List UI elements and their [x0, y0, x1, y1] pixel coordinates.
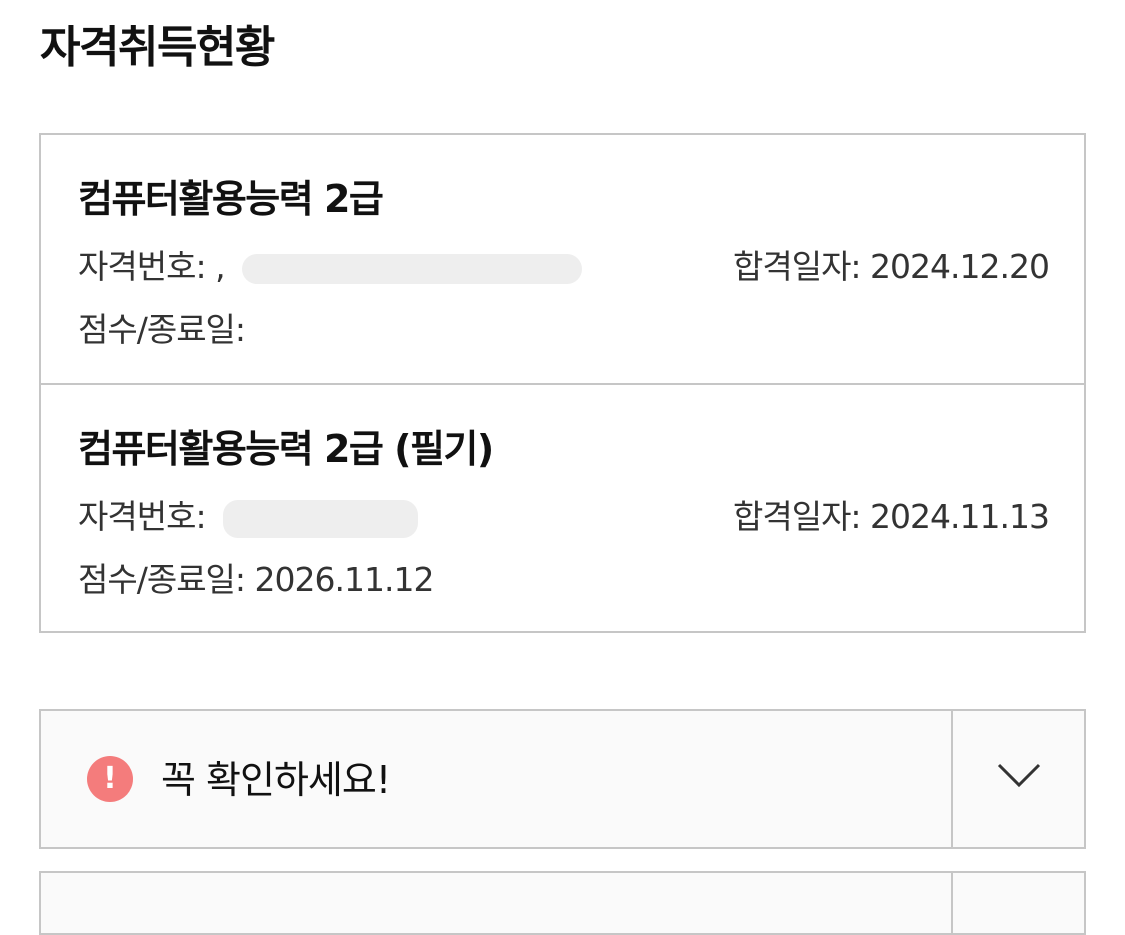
certification-name: 컴퓨터활용능력 2급 — [78, 177, 384, 221]
exclamation-icon: ! — [87, 756, 133, 802]
redacted-license-number — [223, 499, 419, 538]
notice-expand-button[interactable] — [951, 711, 1084, 847]
license-number-row: 자격번호: , — [78, 245, 583, 289]
secondary-expand-button[interactable] — [951, 873, 1084, 933]
score-end-date-label: 점수/종료일: — [78, 560, 246, 599]
pass-date-label: 합격일자: — [732, 497, 862, 536]
license-number-row: 자격번호: — [78, 495, 419, 539]
notice-accordion[interactable]: ! 꼭 확인하세요! — [39, 709, 1086, 849]
pass-date-label: 합격일자: — [732, 247, 862, 286]
certification-list: 컴퓨터활용능력 2급 자격번호: , 합격일자: 2024.12.20 점수/종… — [39, 133, 1086, 633]
certification-card: 컴퓨터활용능력 2급 (필기) 자격번호: 합격일자: 2024.11.13 점… — [41, 383, 1084, 631]
pass-date-value: 2024.11.13 — [870, 497, 1050, 536]
score-end-date-row: 점수/종료일: — [78, 308, 246, 352]
redacted-license-number — [242, 253, 583, 284]
score-end-date-label: 점수/종료일: — [78, 310, 246, 349]
license-number-prefix: , — [215, 247, 225, 286]
notice-accordion-header[interactable]: ! 꼭 확인하세요! — [41, 711, 951, 847]
certification-name: 컴퓨터활용능력 2급 (필기) — [78, 427, 494, 471]
pass-date-row: 합격일자: 2024.12.20 — [732, 245, 1050, 289]
license-number-label: 자격번호: — [78, 247, 207, 286]
score-end-date-value: 2026.11.12 — [254, 560, 435, 599]
license-number-label: 자격번호: — [78, 497, 207, 536]
secondary-accordion[interactable] — [39, 871, 1086, 935]
pass-date-row: 합격일자: 2024.11.13 — [732, 495, 1050, 539]
certification-card: 컴퓨터활용능력 2급 자격번호: , 합격일자: 2024.12.20 점수/종… — [41, 135, 1084, 383]
score-end-date-row: 점수/종료일: 2026.11.12 — [78, 558, 434, 602]
page-title: 자격취득현황 — [40, 22, 275, 73]
chevron-down-icon — [997, 763, 1041, 788]
notice-label: 꼭 확인하세요! — [161, 758, 391, 802]
pass-date-value: 2024.12.20 — [870, 247, 1050, 286]
